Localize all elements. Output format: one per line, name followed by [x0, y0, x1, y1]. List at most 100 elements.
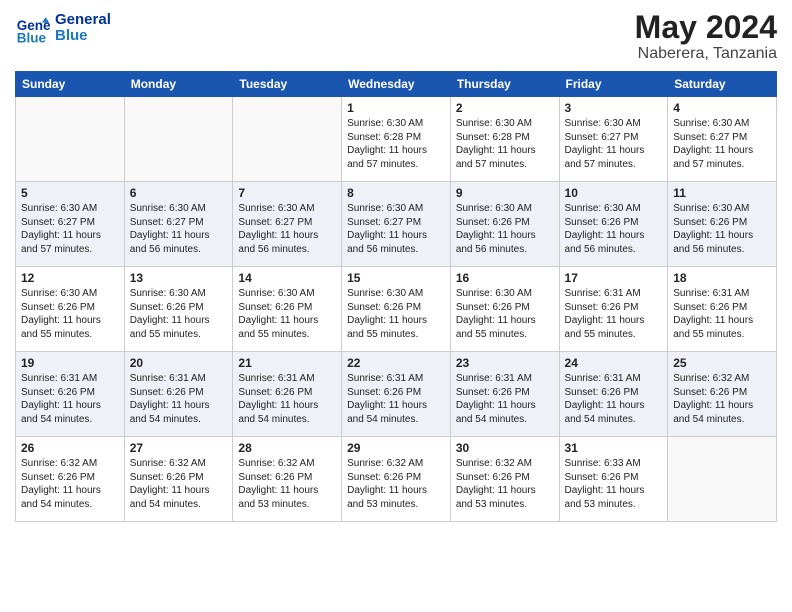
- calendar-cell: 8 Sunrise: 6:30 AM Sunset: 6:27 PM Daylig…: [342, 182, 451, 267]
- calendar-cell: 12 Sunrise: 6:30 AM Sunset: 6:26 PM Dayli…: [16, 267, 125, 352]
- day-number: 2: [456, 101, 554, 115]
- col-header-sunday: Sunday: [16, 72, 125, 97]
- cell-info: Sunrise: 6:30 AM Sunset: 6:27 PM Dayligh…: [673, 117, 771, 171]
- month-year: May 2024: [635, 10, 777, 45]
- calendar-cell: 16 Sunrise: 6:30 AM Sunset: 6:26 PM Dayli…: [450, 267, 559, 352]
- day-number: 4: [673, 101, 771, 115]
- calendar-cell: 17 Sunrise: 6:31 AM Sunset: 6:26 PM Dayli…: [559, 267, 668, 352]
- page-header: General Blue General Blue May 2024 Naber…: [15, 10, 777, 63]
- logo-general: General: [55, 12, 111, 29]
- day-number: 7: [238, 186, 336, 200]
- calendar-cell: 29Sunrise: 6:32 AM Sunset: 6:26 PM Dayli…: [342, 437, 451, 522]
- calendar-cell: 23Sunrise: 6:31 AM Sunset: 6:26 PM Dayli…: [450, 352, 559, 437]
- calendar-cell: 4 Sunrise: 6:30 AM Sunset: 6:27 PM Daylig…: [668, 97, 777, 182]
- calendar-cell: 19 Sunrise: 6:31 AM Sunset: 6:26 PM Dayli…: [16, 352, 125, 437]
- title-block: May 2024 Naberera, Tanzania: [635, 10, 777, 63]
- day-number: 25: [673, 356, 771, 370]
- cell-info: Sunrise: 6:30 AM Sunset: 6:26 PM Dayligh…: [21, 287, 119, 341]
- day-number: 24: [565, 356, 663, 370]
- calendar-cell: 3 Sunrise: 6:30 AM Sunset: 6:27 PM Daylig…: [559, 97, 668, 182]
- day-number: 30: [456, 441, 554, 455]
- logo-blue: Blue: [55, 28, 111, 45]
- calendar-cell: [668, 437, 777, 522]
- logo-icon: General Blue: [15, 10, 51, 46]
- cell-info: Sunrise: 6:31 AM Sunset: 6:26 PM Dayligh…: [565, 372, 663, 426]
- cell-info: Sunrise: 6:30 AM Sunset: 6:26 PM Dayligh…: [456, 287, 554, 341]
- cell-info: Sunrise: 6:30 AM Sunset: 6:26 PM Dayligh…: [238, 287, 336, 341]
- calendar-cell: 10Sunrise: 6:30 AM Sunset: 6:26 PM Dayli…: [559, 182, 668, 267]
- cell-info: Sunrise: 6:30 AM Sunset: 6:26 PM Dayligh…: [673, 202, 771, 256]
- cell-info: Sunrise: 6:30 AM Sunset: 6:27 PM Dayligh…: [21, 202, 119, 256]
- day-number: 16: [456, 271, 554, 285]
- cell-info: Sunrise: 6:32 AM Sunset: 6:26 PM Dayligh…: [456, 457, 554, 511]
- calendar-cell: 13 Sunrise: 6:30 AM Sunset: 6:26 PM Dayli…: [124, 267, 233, 352]
- week-row-1: 5Sunrise: 6:30 AM Sunset: 6:27 PM Daylig…: [16, 182, 777, 267]
- day-number: 26: [21, 441, 119, 455]
- day-number: 31: [565, 441, 663, 455]
- week-row-2: 12 Sunrise: 6:30 AM Sunset: 6:26 PM Dayli…: [16, 267, 777, 352]
- day-number: 17: [565, 271, 663, 285]
- day-number: 6: [130, 186, 228, 200]
- col-header-tuesday: Tuesday: [233, 72, 342, 97]
- day-number: 28: [238, 441, 336, 455]
- calendar-cell: 26Sunrise: 6:32 AM Sunset: 6:26 PM Dayli…: [16, 437, 125, 522]
- calendar-table: SundayMondayTuesdayWednesdayThursdayFrid…: [15, 71, 777, 522]
- calendar-cell: 14 Sunrise: 6:30 AM Sunset: 6:26 PM Dayli…: [233, 267, 342, 352]
- day-number: 27: [130, 441, 228, 455]
- cell-info: Sunrise: 6:30 AM Sunset: 6:27 PM Dayligh…: [565, 117, 663, 171]
- day-number: 13: [130, 271, 228, 285]
- cell-info: Sunrise: 6:31 AM Sunset: 6:26 PM Dayligh…: [238, 372, 336, 426]
- calendar-cell: 18Sunrise: 6:31 AM Sunset: 6:26 PM Dayli…: [668, 267, 777, 352]
- day-number: 29: [347, 441, 445, 455]
- calendar-cell: 6 Sunrise: 6:30 AM Sunset: 6:27 PM Daylig…: [124, 182, 233, 267]
- col-header-thursday: Thursday: [450, 72, 559, 97]
- day-number: 12: [21, 271, 119, 285]
- cell-info: Sunrise: 6:30 AM Sunset: 6:26 PM Dayligh…: [565, 202, 663, 256]
- col-header-friday: Friday: [559, 72, 668, 97]
- calendar-cell: 22Sunrise: 6:31 AM Sunset: 6:26 PM Dayli…: [342, 352, 451, 437]
- calendar-cell: 15Sunrise: 6:30 AM Sunset: 6:26 PM Dayli…: [342, 267, 451, 352]
- calendar-cell: 28Sunrise: 6:32 AM Sunset: 6:26 PM Dayli…: [233, 437, 342, 522]
- calendar-cell: 9Sunrise: 6:30 AM Sunset: 6:26 PM Daylig…: [450, 182, 559, 267]
- day-number: 14: [238, 271, 336, 285]
- cell-info: Sunrise: 6:32 AM Sunset: 6:26 PM Dayligh…: [130, 457, 228, 511]
- header-row: SundayMondayTuesdayWednesdayThursdayFrid…: [16, 72, 777, 97]
- day-number: 20: [130, 356, 228, 370]
- cell-info: Sunrise: 6:31 AM Sunset: 6:26 PM Dayligh…: [130, 372, 228, 426]
- calendar-cell: [233, 97, 342, 182]
- week-row-0: 1Sunrise: 6:30 AM Sunset: 6:28 PM Daylig…: [16, 97, 777, 182]
- day-number: 11: [673, 186, 771, 200]
- cell-info: Sunrise: 6:31 AM Sunset: 6:26 PM Dayligh…: [673, 287, 771, 341]
- week-row-4: 26 Sunrise: 6:32 AM Sunset: 6:26 PM Dayli…: [16, 437, 777, 522]
- col-header-wednesday: Wednesday: [342, 72, 451, 97]
- week-row-3: 19 Sunrise: 6:31 AM Sunset: 6:26 PM Dayli…: [16, 352, 777, 437]
- calendar-cell: 1Sunrise: 6:30 AM Sunset: 6:28 PM Daylig…: [342, 97, 451, 182]
- day-number: 3: [565, 101, 663, 115]
- day-number: 23: [456, 356, 554, 370]
- cell-info: Sunrise: 6:31 AM Sunset: 6:26 PM Dayligh…: [21, 372, 119, 426]
- cell-info: Sunrise: 6:32 AM Sunset: 6:26 PM Dayligh…: [673, 372, 771, 426]
- svg-text:Blue: Blue: [17, 30, 47, 45]
- calendar-cell: 27 Sunrise: 6:32 AM Sunset: 6:26 PM Dayli…: [124, 437, 233, 522]
- col-header-monday: Monday: [124, 72, 233, 97]
- calendar-cell: 25 Sunrise: 6:32 AM Sunset: 6:26 PM Dayli…: [668, 352, 777, 437]
- cell-info: Sunrise: 6:30 AM Sunset: 6:26 PM Dayligh…: [456, 202, 554, 256]
- location: Naberera, Tanzania: [635, 45, 777, 63]
- calendar-page: General Blue General Blue May 2024 Naber…: [0, 0, 792, 612]
- cell-info: Sunrise: 6:33 AM Sunset: 6:26 PM Dayligh…: [565, 457, 663, 511]
- cell-info: Sunrise: 6:31 AM Sunset: 6:26 PM Dayligh…: [565, 287, 663, 341]
- cell-info: Sunrise: 6:30 AM Sunset: 6:26 PM Dayligh…: [130, 287, 228, 341]
- cell-info: Sunrise: 6:30 AM Sunset: 6:28 PM Dayligh…: [347, 117, 445, 171]
- cell-info: Sunrise: 6:30 AM Sunset: 6:27 PM Dayligh…: [130, 202, 228, 256]
- calendar-cell: 2 Sunrise: 6:30 AM Sunset: 6:28 PM Daylig…: [450, 97, 559, 182]
- day-number: 19: [21, 356, 119, 370]
- day-number: 8: [347, 186, 445, 200]
- day-number: 22: [347, 356, 445, 370]
- cell-info: Sunrise: 6:30 AM Sunset: 6:27 PM Dayligh…: [347, 202, 445, 256]
- col-header-saturday: Saturday: [668, 72, 777, 97]
- calendar-cell: 20 Sunrise: 6:31 AM Sunset: 6:26 PM Dayli…: [124, 352, 233, 437]
- cell-info: Sunrise: 6:30 AM Sunset: 6:28 PM Dayligh…: [456, 117, 554, 171]
- calendar-cell: 7Sunrise: 6:30 AM Sunset: 6:27 PM Daylig…: [233, 182, 342, 267]
- calendar-cell: 24 Sunrise: 6:31 AM Sunset: 6:26 PM Dayli…: [559, 352, 668, 437]
- day-number: 15: [347, 271, 445, 285]
